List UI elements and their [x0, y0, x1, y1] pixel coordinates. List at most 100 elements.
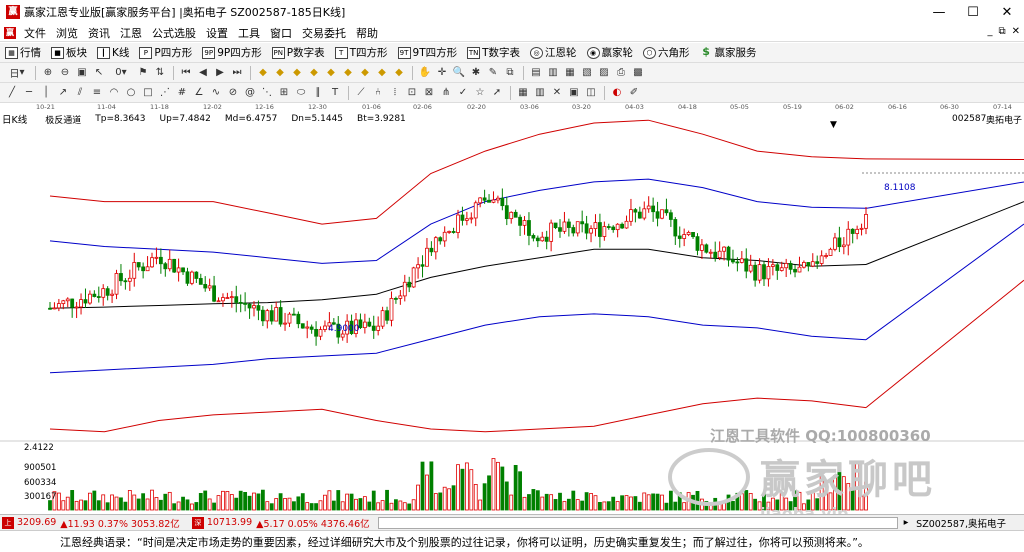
menu-trade[interactable]: 交易委托	[297, 25, 351, 41]
close-button[interactable]: ✕	[990, 0, 1024, 24]
last-icon[interactable]: ⏭	[229, 65, 245, 81]
spiral-tool-icon[interactable]: @	[242, 85, 258, 101]
diamond-icon[interactable]: ◆	[306, 65, 322, 81]
rect-tool-icon[interactable]: □	[140, 85, 156, 101]
brush-tool-icon[interactable]: ✐	[626, 85, 642, 101]
diamond-icon[interactable]: ◆	[357, 65, 373, 81]
star-tool-icon[interactable]: ☆	[472, 85, 488, 101]
speed-line-tool-icon[interactable]: ⟋	[353, 85, 369, 101]
square-tool-icon[interactable]: ⊞	[276, 85, 292, 101]
magnify-icon[interactable]: 🔍	[451, 65, 467, 81]
fit-icon[interactable]: ▣	[74, 65, 90, 81]
wave-tool-icon[interactable]: ∿	[208, 85, 224, 101]
sh-index-segment[interactable]: 上 3209.69 ▲11.93 0.37% 3053.82亿	[2, 516, 180, 530]
grid-tool-icon[interactable]: #	[174, 85, 190, 101]
toolbar-9p-square-button[interactable]: 9P 9P四方形	[197, 44, 267, 62]
angle-tool-icon[interactable]: ∠	[191, 85, 207, 101]
circle-tool-icon[interactable]: ○	[123, 85, 139, 101]
gann-fan-tool-icon[interactable]: ⋱	[259, 85, 275, 101]
menu-formula[interactable]: 公式选股	[147, 25, 201, 41]
arc-tool-icon[interactable]: ◠	[106, 85, 122, 101]
print-icon[interactable]: ⎙	[613, 65, 629, 81]
chart-icon[interactable]: ▧	[579, 65, 595, 81]
copy-icon[interactable]: ⧉	[502, 65, 518, 81]
mdi-minimize-button[interactable]: _	[987, 26, 992, 37]
flag-icon[interactable]: ⚑	[135, 65, 151, 81]
menu-gann[interactable]: 江恩	[115, 25, 147, 41]
zoom-out-icon[interactable]: ⊖	[57, 65, 73, 81]
toolbar-winner-wheel-button[interactable]: ◉ 赢家轮	[582, 44, 639, 62]
prev-icon[interactable]: ◀	[195, 65, 211, 81]
menu-info[interactable]: 资讯	[83, 25, 115, 41]
period-selector[interactable]: 日 ▾	[4, 65, 30, 81]
fan-tool-icon[interactable]: ⋰	[157, 85, 173, 101]
cross-tool-icon[interactable]: ⊠	[421, 85, 437, 101]
color-tool-icon[interactable]: ◐	[609, 85, 625, 101]
delete-tool-icon[interactable]: ✕	[549, 85, 565, 101]
cycle-tool-icon[interactable]: ⊘	[225, 85, 241, 101]
toolbar-gann-wheel-button[interactable]: ◎ 江恩轮	[525, 44, 582, 62]
toolbar-t-square-button[interactable]: T T四方形	[330, 44, 393, 62]
menu-browse[interactable]: 浏览	[51, 25, 83, 41]
diamond-icon[interactable]: ◆	[323, 65, 339, 81]
table-icon[interactable]: ▤	[528, 65, 544, 81]
hline-tool-icon[interactable]: ─	[21, 85, 37, 101]
menu-file[interactable]: 文件	[19, 25, 51, 41]
ray-tool-icon[interactable]: ↗	[55, 85, 71, 101]
box-tool-icon[interactable]: ⊡	[404, 85, 420, 101]
toolbar-service-button[interactable]: $ 赢家服务	[695, 44, 762, 62]
zones-tool-icon[interactable]: ▥	[532, 85, 548, 101]
crosshair-icon[interactable]: ✛	[434, 65, 450, 81]
vline-tool-icon[interactable]: │	[38, 85, 54, 101]
calendar-tool-icon[interactable]: ▦	[515, 85, 531, 101]
toolbar-p-table-button[interactable]: PN P数字表	[267, 44, 330, 62]
channel-tool-icon[interactable]: ⫽	[72, 85, 88, 101]
sz-index-segment[interactable]: 深 10713.99 ▲5.17 0.05% 4376.46亿	[191, 516, 370, 530]
diamond-icon[interactable]: ◆	[272, 65, 288, 81]
menu-window[interactable]: 窗口	[265, 25, 297, 41]
diamond-icon[interactable]: ◆	[340, 65, 356, 81]
diamond-icon[interactable]: ◆	[374, 65, 390, 81]
pen-icon[interactable]: ✎	[485, 65, 501, 81]
ellipse-tool-icon[interactable]: ⬭	[293, 85, 309, 101]
toolbar-9t-square-button[interactable]: 9T 9T四方形	[393, 44, 463, 62]
pitch-tool-icon[interactable]: ⋔	[438, 85, 454, 101]
arrow-tool-icon[interactable]: ➚	[489, 85, 505, 101]
parallel-tool-icon[interactable]: ∥	[310, 85, 326, 101]
bulb-icon[interactable]: ✱	[468, 65, 484, 81]
diamond-icon[interactable]: ◆	[289, 65, 305, 81]
fib-tool-icon[interactable]: ≡	[89, 85, 105, 101]
minimize-button[interactable]: —	[922, 0, 956, 24]
arrow-up-down-icon[interactable]: ⇅	[152, 65, 168, 81]
toolbar-quotes-button[interactable]: ▦ 行情	[0, 44, 46, 62]
zoom-in-icon[interactable]: ⊕	[40, 65, 56, 81]
maximize-button[interactable]: ☐	[956, 0, 990, 24]
toolbar-sector-button[interactable]: ■ 板块	[46, 44, 92, 62]
lock-tool-icon[interactable]: ▣	[566, 85, 582, 101]
toolbar-hexagon-button[interactable]: ⬡ 六角形	[638, 44, 695, 62]
scroll-right-icon[interactable]: ▸	[904, 517, 909, 528]
play-icon[interactable]: ▶	[212, 65, 228, 81]
line-tool-icon[interactable]: ╱	[4, 85, 20, 101]
text-tool-icon[interactable]: T	[327, 85, 343, 101]
mark-tool-icon[interactable]: ✓	[455, 85, 471, 101]
menu-help[interactable]: 帮助	[351, 25, 383, 41]
diamond-icon[interactable]: ◆	[391, 65, 407, 81]
diamond-icon[interactable]: ◆	[255, 65, 271, 81]
mdi-close-button[interactable]: ✕	[1012, 26, 1020, 37]
first-icon[interactable]: ⏮	[178, 65, 194, 81]
time-zone-tool-icon[interactable]: ⦙	[387, 85, 403, 101]
value-selector[interactable]: 0 ▾	[108, 65, 134, 81]
save-icon[interactable]: ▩	[630, 65, 646, 81]
toolbar-p-square-button[interactable]: P P四方形	[134, 44, 197, 62]
export-icon[interactable]: ▨	[596, 65, 612, 81]
mdi-restore-button[interactable]: ⧉	[998, 26, 1005, 37]
hand-icon[interactable]: ✋	[417, 65, 433, 81]
cursor-icon[interactable]: ↖	[91, 65, 107, 81]
menu-tools[interactable]: 工具	[233, 25, 265, 41]
bar-chart-icon[interactable]: ▥	[545, 65, 561, 81]
horizontal-scrollbar[interactable]	[377, 516, 898, 529]
calc-icon[interactable]: ▦	[562, 65, 578, 81]
toolbar-kline-button[interactable]: ┃ K线	[92, 44, 134, 62]
andrew-tool-icon[interactable]: ⑃	[370, 85, 386, 101]
